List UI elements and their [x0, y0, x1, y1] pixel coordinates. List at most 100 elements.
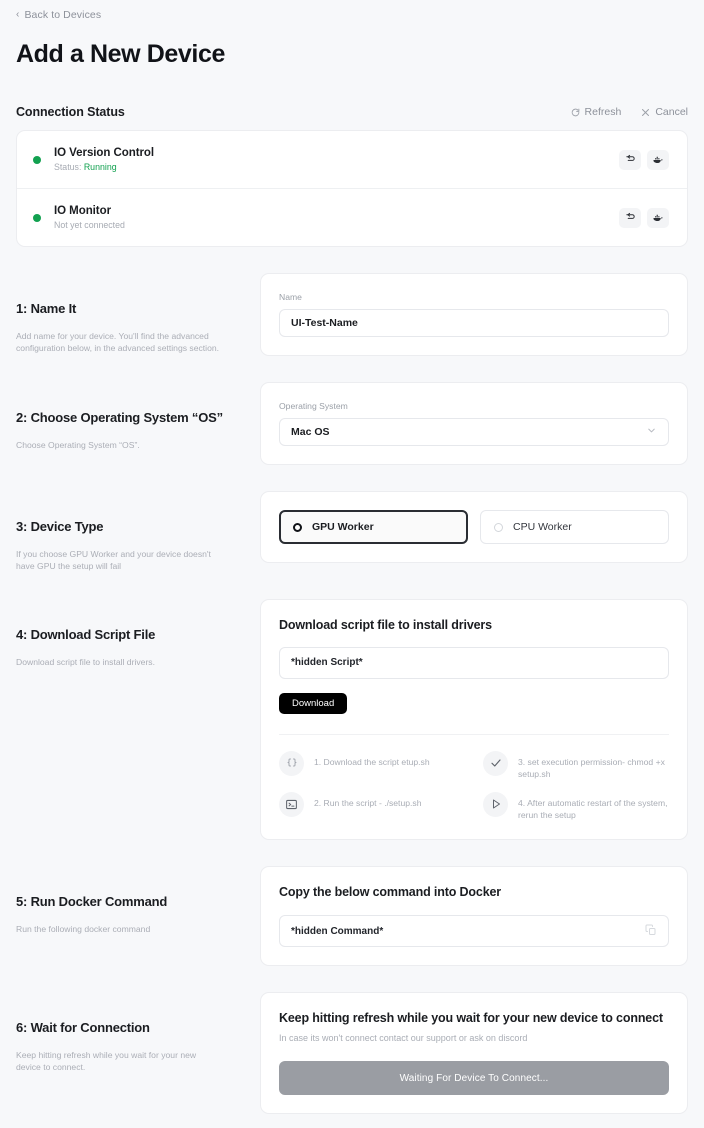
status-row-io-monitor: IO Monitor Not yet connected: [17, 188, 687, 246]
connection-status-title: Connection Status: [16, 105, 125, 119]
step-wait-info: 6: Wait for Connection Keep hitting refr…: [16, 992, 260, 1074]
step-docker-info: 5: Run Docker Command Run the following …: [16, 866, 260, 935]
step-heading: 6: Wait for Connection: [16, 1020, 150, 1036]
radio-unselected-icon: [494, 522, 503, 532]
status-dot: [33, 155, 41, 164]
os-select[interactable]: Mac OS: [279, 418, 669, 446]
download-button[interactable]: Download: [279, 692, 348, 714]
wait-panel: Keep hitting refresh while you wait for …: [260, 992, 688, 1115]
docker-command-value: *hidden Command*: [291, 925, 384, 937]
docker-whale-icon[interactable]: [647, 207, 669, 228]
version-control-icon[interactable]: [619, 149, 641, 170]
download-panel: Download script file to install drivers …: [260, 598, 688, 841]
status-row-text: IO Monitor Not yet connected: [54, 205, 619, 230]
docker-panel-title: Copy the below command into Docker: [279, 885, 502, 900]
radio-selected-icon: [293, 522, 302, 532]
page-title: Add a New Device: [16, 40, 225, 68]
step-description: Download script file to install drivers.: [16, 656, 155, 667]
connection-status-card: IO Version Control Status: Running IO Mo…: [16, 130, 688, 247]
step-heading: 2: Choose Operating System “OS”: [16, 410, 223, 425]
step-heading: 5: Run Docker Command: [16, 894, 168, 910]
add-device-page: ‹ Back to Devices Add a New Device Conne…: [0, 0, 704, 1128]
name-panel: Name UI-Test-Name: [260, 273, 688, 356]
step-description: Keep hitting refresh while you wait for …: [16, 1050, 197, 1073]
name-input[interactable]: UI-Test-Name: [279, 309, 669, 337]
docker-panel: Copy the below command into Docker *hidd…: [260, 866, 688, 967]
version-control-icon[interactable]: [619, 207, 641, 228]
back-to-devices-link[interactable]: ‹ Back to Devices: [16, 0, 101, 21]
step-device-type: 3: Device Type If you choose GPU Worker …: [16, 491, 688, 573]
docker-command-input[interactable]: *hidden Command*: [279, 915, 669, 948]
refresh-label: Refresh: [584, 106, 622, 118]
download-hint-text: 3. set execution permission- chmod +x se…: [518, 756, 665, 779]
braces-icon: [279, 750, 304, 776]
status-row-icons: [619, 149, 669, 170]
status-row-status: Status: Running: [54, 162, 619, 172]
cancel-label: Cancel: [655, 106, 688, 118]
step-operating-system: 2: Choose Operating System “OS” Choose O…: [16, 382, 688, 465]
device-type-option-label: CPU Worker: [513, 521, 572, 533]
os-panel: Operating System Mac OS: [260, 382, 688, 465]
download-panel-title: Download script file to install drivers: [279, 617, 492, 632]
download-hint-4: 4. After automatic restart of the system…: [483, 791, 669, 821]
cancel-button[interactable]: Cancel: [641, 106, 688, 118]
device-type-panel: GPU Worker CPU Worker: [260, 491, 688, 563]
play-icon: [483, 791, 508, 817]
download-hint-2: 2. Run the script - ./setup.sh: [279, 791, 465, 821]
status-row-icons: [619, 207, 669, 228]
status-value: Running: [83, 162, 117, 172]
status-dot: [33, 213, 41, 222]
step-name-it-info: 1: Name It Add name for your device. You…: [16, 273, 260, 355]
status-row-status: Not yet connected: [54, 220, 125, 230]
step-description: Add name for your device. You'll find th…: [16, 331, 220, 354]
close-icon: [641, 108, 650, 117]
docker-whale-icon[interactable]: [647, 149, 669, 170]
download-hint-text: 4. After automatic restart of the system…: [518, 797, 668, 820]
wait-panel-title: Keep hitting refresh while you wait for …: [279, 1011, 663, 1026]
device-type-option-label: GPU Worker: [312, 521, 374, 533]
copy-icon[interactable]: [645, 924, 657, 939]
chevron-down-icon: [646, 425, 657, 439]
download-hint-text: 1. Download the script etup.sh: [314, 756, 430, 767]
download-hints: 1. Download the script etup.sh 3. set ex…: [279, 750, 669, 821]
step-wait-connection: 6: Wait for Connection Keep hitting refr…: [16, 992, 688, 1115]
step-device-type-info: 3: Device Type If you choose GPU Worker …: [16, 491, 260, 573]
step-name-it: 1: Name It Add name for your device. You…: [16, 273, 688, 356]
status-prefix: Status:: [54, 162, 84, 172]
connection-status-actions: Refresh Cancel: [571, 106, 688, 118]
page-bottom-spacer: [16, 1114, 688, 1128]
script-input-value: *hidden Script*: [291, 657, 363, 669]
name-field-label: Name: [279, 292, 302, 302]
refresh-icon: [571, 108, 580, 117]
download-hint-3: 3. set execution permission- chmod +x se…: [483, 750, 669, 780]
refresh-button[interactable]: Refresh: [571, 106, 622, 118]
status-row-text: IO Version Control Status: Running: [54, 147, 619, 172]
download-hint-1: 1. Download the script etup.sh: [279, 750, 465, 780]
status-row-name: IO Version Control: [54, 147, 155, 159]
check-icon: [483, 750, 508, 776]
waiting-for-device-button[interactable]: Waiting For Device To Connect...: [279, 1061, 669, 1096]
step-heading: 3: Device Type: [16, 519, 104, 534]
step-download-script: 4: Download Script File Download script …: [16, 598, 688, 841]
download-hint-text: 2. Run the script - ./setup.sh: [314, 797, 422, 808]
device-type-option-cpu-worker[interactable]: CPU Worker: [480, 510, 669, 544]
wait-panel-subtitle: In case its won't connect contact our su…: [279, 1033, 528, 1044]
step-docker-command: 5: Run Docker Command Run the following …: [16, 866, 688, 967]
divider: [279, 733, 669, 735]
device-type-options: GPU Worker CPU Worker: [279, 510, 669, 544]
step-os-info: 2: Choose Operating System “OS” Choose O…: [16, 382, 260, 451]
step-description: Choose Operating System “OS”.: [16, 440, 140, 450]
terminal-icon: [279, 791, 304, 817]
os-select-value: Mac OS: [291, 426, 330, 438]
status-row-name: IO Monitor: [54, 205, 111, 217]
connection-status-bar: Connection Status Refresh Cancel: [16, 105, 688, 119]
step-heading: 4: Download Script File: [16, 626, 156, 642]
step-download-info: 4: Download Script File Download script …: [16, 599, 260, 668]
status-row-io-version-control: IO Version Control Status: Running: [17, 131, 687, 188]
os-field-label: Operating System: [279, 401, 348, 411]
script-input[interactable]: *hidden Script*: [279, 646, 669, 679]
device-type-option-gpu-worker[interactable]: GPU Worker: [279, 510, 468, 544]
back-to-devices-label: Back to Devices: [24, 9, 102, 21]
name-input-value: UI-Test-Name: [291, 317, 358, 329]
step-description: If you choose GPU Worker and your device…: [16, 549, 211, 572]
